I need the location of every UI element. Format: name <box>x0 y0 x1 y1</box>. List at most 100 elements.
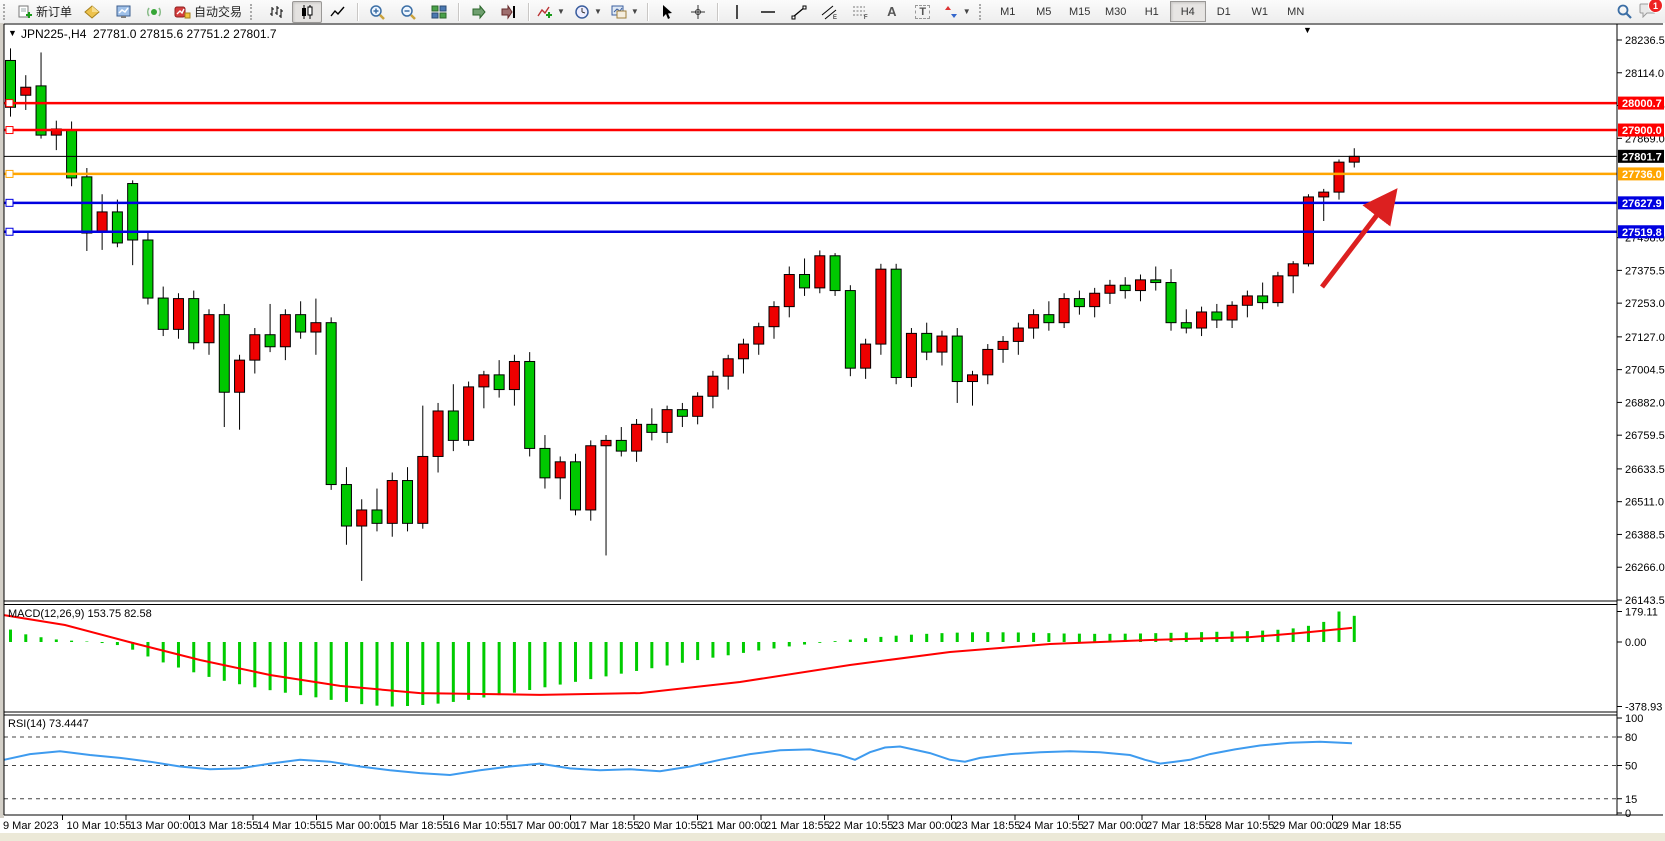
bear-candle <box>616 440 626 451</box>
svg-text:26882.0: 26882.0 <box>1625 397 1665 409</box>
bull-candle <box>968 375 978 382</box>
svg-text:100: 100 <box>1625 713 1643 725</box>
scroll-to-end-icon[interactable]: ▼ <box>1303 25 1312 35</box>
trendline-icon <box>791 4 807 20</box>
chart-collapse-icon[interactable]: ▼ <box>8 28 17 38</box>
svg-text:28000.7: 28000.7 <box>1622 98 1662 110</box>
svg-text:15 Mar 18:55: 15 Mar 18:55 <box>384 820 449 832</box>
signals-button[interactable] <box>139 1 169 23</box>
toolbar-grip[interactable] <box>979 4 986 20</box>
timeframe-button-m5[interactable]: M5 <box>1026 1 1062 22</box>
auto-scroll-button[interactable] <box>463 1 493 23</box>
svg-text:26759.5: 26759.5 <box>1625 430 1665 442</box>
svg-text:-378.93: -378.93 <box>1625 702 1662 714</box>
bull-candle <box>357 510 367 526</box>
svg-text:21 Mar 18:55: 21 Mar 18:55 <box>765 820 830 832</box>
bull-candle <box>250 335 260 360</box>
bull-candle <box>311 323 321 332</box>
timeframe-button-d1[interactable]: D1 <box>1206 1 1242 22</box>
timeframe-button-w1[interactable]: W1 <box>1242 1 1278 22</box>
chart-window[interactable]: 28236.528114.027991.527869.027498.027375… <box>0 23 1665 841</box>
svg-text:29 Mar 00:00: 29 Mar 00:00 <box>1273 820 1338 832</box>
channel-tool-button[interactable]: E <box>815 1 845 23</box>
fibonacci-icon: F <box>852 4 869 20</box>
timeframe-button-m1[interactable]: M1 <box>990 1 1026 22</box>
unread-count-badge: 1 <box>1648 0 1663 13</box>
toolbar-grip[interactable] <box>250 4 257 20</box>
indicators-button[interactable]: ▼ <box>533 1 569 23</box>
bear-candle <box>403 481 413 524</box>
horizontal-line-tool-button[interactable] <box>753 1 783 23</box>
new-order-button[interactable]: 新订单 <box>14 1 76 23</box>
cursor-icon <box>659 4 675 20</box>
bull-candle <box>861 344 871 368</box>
svg-text:13 Mar 00:00: 13 Mar 00:00 <box>130 820 195 832</box>
svg-text:17 Mar 18:55: 17 Mar 18:55 <box>575 820 640 832</box>
bull-candle <box>1029 315 1039 328</box>
svg-text:F: F <box>864 15 868 20</box>
periods-button[interactable]: ▼ <box>570 1 606 23</box>
svg-text:80: 80 <box>1625 732 1637 744</box>
timeframe-button-m30[interactable]: M30 <box>1098 1 1134 22</box>
line-chart-button[interactable] <box>323 1 353 23</box>
dropdown-caret-icon: ▼ <box>557 7 565 16</box>
bear-candle <box>1181 323 1191 328</box>
svg-text:16 Mar 10:55: 16 Mar 10:55 <box>448 820 513 832</box>
zoom-in-button[interactable] <box>362 1 392 23</box>
fibonacci-tool-button[interactable]: F <box>846 1 876 23</box>
auto-scroll-icon <box>470 4 486 20</box>
bull-candle <box>937 336 947 352</box>
timeframe-button-m15[interactable]: M15 <box>1062 1 1098 22</box>
vertical-line-tool-button[interactable] <box>722 1 752 23</box>
dropdown-caret-icon: ▼ <box>963 7 971 16</box>
svg-text:15 Mar 00:00: 15 Mar 00:00 <box>321 820 386 832</box>
svg-text:50: 50 <box>1625 761 1637 773</box>
svg-text:20 Mar 10:55: 20 Mar 10:55 <box>638 820 703 832</box>
bar-chart-button[interactable] <box>261 1 291 23</box>
bull-candle <box>433 411 443 456</box>
line-chart-icon <box>330 4 346 20</box>
arrows-tool-button[interactable]: ▼ <box>939 1 975 23</box>
bull-candle <box>983 349 993 374</box>
toolbar-grip[interactable] <box>3 4 10 20</box>
svg-text:27 Mar 18:55: 27 Mar 18:55 <box>1146 820 1211 832</box>
chart-shift-button[interactable] <box>494 1 524 23</box>
zoom-out-button[interactable] <box>393 1 423 23</box>
svg-text:27519.8: 27519.8 <box>1622 227 1662 239</box>
autotrading-icon <box>174 4 191 20</box>
bull-candle <box>1013 328 1023 341</box>
tile-windows-button[interactable] <box>424 1 454 23</box>
svg-text:E: E <box>833 15 837 20</box>
label-tool-button[interactable]: T <box>908 1 938 23</box>
search-icon[interactable] <box>1616 3 1633 20</box>
mt4-window: 新订单 <box>0 0 1665 841</box>
chat-button[interactable]: 1 <box>1639 2 1657 21</box>
timeframe-button-mn[interactable]: MN <box>1278 1 1314 22</box>
bear-candle <box>845 291 855 369</box>
timeframe-button-h4[interactable]: H4 <box>1170 1 1206 22</box>
bull-candle <box>815 256 825 288</box>
bull-candle <box>738 344 748 359</box>
svg-text:29 Mar 18:55: 29 Mar 18:55 <box>1337 820 1402 832</box>
bear-candle <box>219 315 229 393</box>
charts-button[interactable] <box>108 1 138 23</box>
chart-canvas[interactable]: 28236.528114.027991.527869.027498.027375… <box>0 23 1665 841</box>
templates-button[interactable]: ▼ <box>607 1 643 23</box>
timeframe-button-h1[interactable]: H1 <box>1134 1 1170 22</box>
orders-button[interactable] <box>77 1 107 23</box>
svg-text:22 Mar 10:55: 22 Mar 10:55 <box>829 820 894 832</box>
trendline-tool-button[interactable] <box>784 1 814 23</box>
svg-text:27801.7: 27801.7 <box>1622 151 1662 163</box>
bull-candle <box>754 327 764 344</box>
bull-candle <box>204 315 214 343</box>
bear-candle <box>800 275 810 288</box>
bear-candle <box>570 462 580 510</box>
cursor-tool-button[interactable] <box>652 1 682 23</box>
svg-text:27736.0: 27736.0 <box>1622 169 1662 181</box>
new-order-icon <box>18 4 33 19</box>
crosshair-tool-button[interactable] <box>683 1 713 23</box>
text-tool-button[interactable]: A <box>877 1 907 23</box>
candlestick-chart-button[interactable] <box>292 1 322 23</box>
autotrading-button[interactable]: 自动交易 <box>170 1 246 23</box>
bull-candle <box>21 87 31 95</box>
